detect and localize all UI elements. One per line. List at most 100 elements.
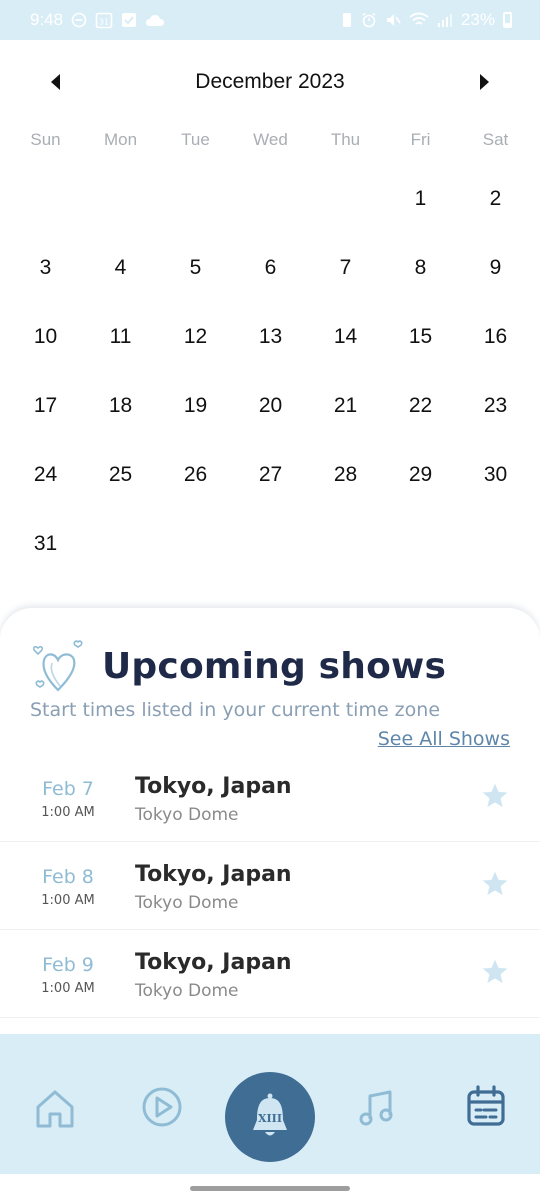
- calendar-day[interactable]: 11: [83, 302, 158, 371]
- calendar-day[interactable]: 17: [8, 371, 83, 440]
- wifi-icon: [409, 12, 429, 25]
- show-city: Tokyo, Japan: [135, 950, 292, 975]
- calendar-day-empty: [308, 164, 383, 233]
- home-icon[interactable]: [33, 1087, 77, 1131]
- weekday-tue: Tue: [181, 130, 210, 149]
- calendar-day[interactable]: 15: [383, 302, 458, 371]
- calendar-day[interactable]: 31: [8, 509, 83, 578]
- show-time: 1:00 AM: [41, 893, 95, 908]
- calendar-day[interactable]: 21: [308, 371, 383, 440]
- show-venue: Tokyo Dome: [135, 893, 239, 913]
- weekday-sat: Sat: [482, 130, 509, 149]
- calendar-day[interactable]: 23: [458, 371, 533, 440]
- bell-badge-text: XIII: [258, 1112, 282, 1125]
- calendar-day[interactable]: 27: [233, 440, 308, 509]
- music-note-icon[interactable]: [355, 1086, 399, 1130]
- calendar-day[interactable]: 4: [83, 233, 158, 302]
- calendar-day-empty: [158, 509, 233, 578]
- hearts-icon: [32, 640, 83, 692]
- weekday-wed: Wed: [253, 130, 288, 149]
- calendar-day[interactable]: 7: [308, 233, 383, 302]
- calendar-day[interactable]: 10: [8, 302, 83, 371]
- show-list-item[interactable]: Feb 8 1:00 AM Tokyo, Japan Tokyo Dome: [0, 842, 540, 930]
- minus-circle-icon: [71, 12, 87, 28]
- upcoming-shows-panel: Upcoming shows Start times listed in you…: [0, 608, 540, 1038]
- calendar-day[interactable]: 8: [383, 233, 458, 302]
- weekday-sun: Sun: [30, 130, 61, 149]
- show-list-item[interactable]: Feb 9 1:00 AM Tokyo, Japan Tokyo Dome: [0, 930, 540, 1018]
- calendar-day[interactable]: 9: [458, 233, 533, 302]
- weekday-mon: Mon: [103, 130, 138, 149]
- status-right: 23%: [341, 10, 512, 30]
- calendar-badge-text: 31: [99, 18, 109, 27]
- vibrate-icon: [342, 13, 351, 27]
- calendar-day[interactable]: 13: [233, 302, 308, 371]
- show-city: Tokyo, Japan: [135, 774, 292, 799]
- show-venue: Tokyo Dome: [135, 805, 239, 825]
- calendar-day-empty: [8, 164, 83, 233]
- calendar-day[interactable]: 16: [458, 302, 533, 371]
- show-list-item[interactable]: Feb 7 1:00 AM Tokyo, Japan Tokyo Dome: [0, 754, 540, 842]
- show-date: Feb 9: [42, 954, 94, 976]
- calendar-day-empty: [83, 509, 158, 578]
- calendar-day-empty: [458, 509, 533, 578]
- show-venue: Tokyo Dome: [135, 981, 239, 1001]
- bell-icon: XIII: [253, 1093, 287, 1136]
- calendar-day[interactable]: 20: [233, 371, 308, 440]
- cloud-icon: [146, 15, 165, 26]
- bottom-nav: XIII: [0, 1034, 540, 1174]
- calendar-day-empty: [383, 509, 458, 578]
- calendar-day-empty: [308, 509, 383, 578]
- star-icon[interactable]: [481, 870, 509, 898]
- system-gesture-area: [0, 1174, 540, 1200]
- checkbox-icon: [122, 13, 137, 27]
- show-date: Feb 7: [42, 778, 94, 800]
- calendar-day-empty: [233, 164, 308, 233]
- mute-icon: [386, 14, 401, 26]
- show-list: Feb 7 1:00 AM Tokyo, Japan Tokyo Dome Fe…: [0, 754, 540, 1018]
- calendar-day[interactable]: 22: [383, 371, 458, 440]
- calendar-day[interactable]: 30: [458, 440, 533, 509]
- weekday-fri: Fri: [410, 130, 431, 149]
- calendar-day[interactable]: 2: [458, 164, 533, 233]
- home-indicator[interactable]: [190, 1186, 350, 1191]
- calendar-day-empty: [158, 164, 233, 233]
- alarm-icon: [362, 12, 376, 28]
- calendar-day-empty: [83, 164, 158, 233]
- calendar-day[interactable]: 1: [383, 164, 458, 233]
- calendar-day-empty: [233, 509, 308, 578]
- weekday-row: Sun Mon Tue Wed Thu Fri Sat: [8, 130, 533, 156]
- status-time: 9:48: [30, 10, 64, 29]
- calendar-day[interactable]: 24: [8, 440, 83, 509]
- calendar-day[interactable]: 5: [158, 233, 233, 302]
- play-icon[interactable]: [140, 1085, 184, 1129]
- show-date: Feb 8: [42, 866, 94, 888]
- star-icon[interactable]: [481, 782, 509, 810]
- calendar-day[interactable]: 12: [158, 302, 233, 371]
- status-bar: 9:48 31 23%: [0, 0, 540, 40]
- calendar-day[interactable]: 29: [383, 440, 458, 509]
- calendar-day[interactable]: 6: [233, 233, 308, 302]
- calendar-day[interactable]: 14: [308, 302, 383, 371]
- calendar-icon[interactable]: [464, 1084, 508, 1128]
- status-left: 9:48 31: [30, 10, 165, 30]
- calendar-day[interactable]: 18: [83, 371, 158, 440]
- weekday-thu: Thu: [330, 130, 361, 149]
- upcoming-shows-title: Upcoming shows: [102, 646, 447, 687]
- calendar-31-icon: 31: [95, 12, 113, 29]
- calendar-day[interactable]: 28: [308, 440, 383, 509]
- timezone-note: Start times listed in your current time …: [30, 699, 441, 721]
- calendar-day[interactable]: 3: [8, 233, 83, 302]
- calendar-day[interactable]: 26: [158, 440, 233, 509]
- calendar-day[interactable]: 25: [83, 440, 158, 509]
- show-time: 1:00 AM: [41, 805, 95, 820]
- next-month-button[interactable]: [480, 74, 489, 90]
- battery-percent: 23%: [460, 10, 495, 29]
- signal-icon: [437, 14, 452, 27]
- battery-icon: [503, 12, 512, 28]
- see-all-shows-link[interactable]: See All Shows: [378, 728, 510, 750]
- show-time: 1:00 AM: [41, 981, 95, 996]
- star-icon[interactable]: [481, 958, 509, 986]
- calendar-day[interactable]: 19: [158, 371, 233, 440]
- bell-button[interactable]: XIII: [225, 1072, 315, 1162]
